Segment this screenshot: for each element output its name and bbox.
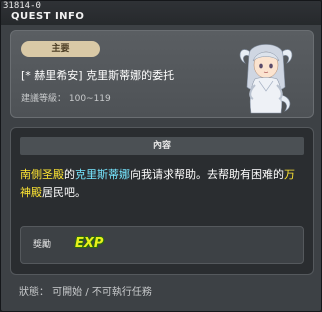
quest-status: 狀態： 可開始 / 不可執行任務 — [19, 287, 152, 298]
quest-content-panel: 內容 南側圣殿的克里斯蒂娜向我请求帮助。去帮助有困难的万神殿居民吧。 獎勵 EX… — [10, 127, 314, 275]
quest-info-window: 31814-0 QUEST INFO 主要 [* 赫里希安] 克里斯蒂娜的委托 … — [0, 0, 322, 312]
quest-id: 31814-0 — [3, 1, 41, 11]
reward-label: 獎勵 — [33, 240, 52, 250]
description-text: 向我请求帮助。去帮助有困难的 — [130, 168, 284, 181]
title-bar[interactable]: 31814-0 QUEST INFO — [1, 1, 321, 25]
level-requirement: 建議等級： 100~119 — [21, 94, 111, 104]
reward-box: 獎勵 EXP — [20, 226, 304, 264]
content-header: 內容 — [20, 137, 304, 155]
quest-category-badge: 主要 — [21, 41, 100, 57]
npc-name: 克里斯蒂娜 — [75, 168, 130, 181]
quest-summary-panel: 主要 [* 赫里希安] 克里斯蒂娜的委托 建議等級： 100~119 — [10, 30, 314, 118]
npc-portrait-icon — [239, 44, 293, 114]
place-name: 南側圣殿 — [20, 168, 64, 181]
exp-reward-icon[interactable]: EXP — [75, 236, 103, 252]
description-text: 的 — [64, 168, 75, 181]
quest-description: 南側圣殿的克里斯蒂娜向我请求帮助。去帮助有困难的万神殿居民吧。 — [20, 166, 304, 202]
quest-name: [* 赫里希安] 克里斯蒂娜的委托 — [21, 69, 175, 82]
description-text: 居民吧。 — [42, 186, 86, 199]
window-title: QUEST INFO — [11, 11, 85, 22]
